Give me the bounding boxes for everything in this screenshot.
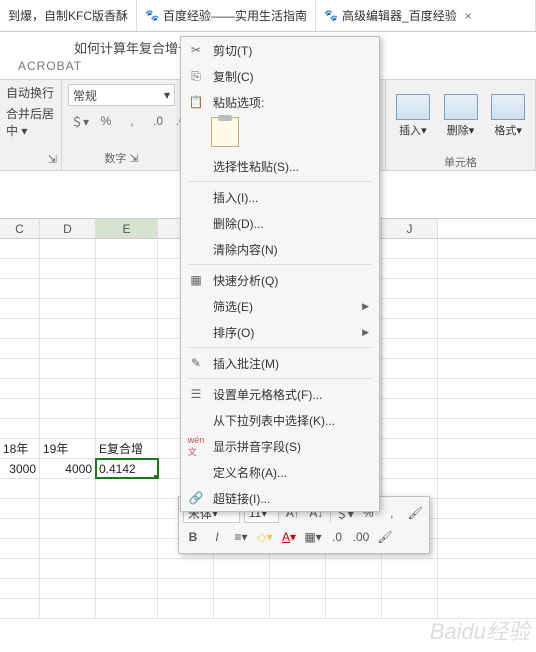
insert-cells-button[interactable]: 插入▾ xyxy=(392,84,434,148)
quick-analysis-icon: ▦ xyxy=(187,271,205,289)
number-format-dropdown[interactable]: 常规▾ xyxy=(68,84,175,106)
comma-icon[interactable]: , xyxy=(120,110,144,132)
cell[interactable]: 19年 xyxy=(40,439,96,458)
delete-cells-button[interactable]: 删除▾ xyxy=(440,84,482,148)
dialog-launcher-icon[interactable]: ⇲ xyxy=(0,151,61,170)
cell[interactable]: 18年 xyxy=(0,439,40,458)
merge-center-button[interactable]: 合并后居中 ▾ xyxy=(6,105,55,139)
ctx-paste-options: 📋粘贴选项: xyxy=(181,89,379,115)
insert-icon xyxy=(396,94,430,120)
decimal-icon[interactable]: .00 xyxy=(351,527,371,547)
watermark: Baidu经验 xyxy=(430,614,530,646)
fill-handle[interactable] xyxy=(154,475,158,478)
copy-icon: ⎘ xyxy=(187,67,205,85)
tab-3[interactable]: 🐾 高级编辑器_百度经验 × xyxy=(316,0,536,31)
format-icon xyxy=(491,94,525,120)
ctx-delete[interactable]: 删除(D)... xyxy=(181,210,379,236)
cell[interactable]: E复合增 xyxy=(96,439,158,458)
pinyin-icon: wén文 xyxy=(187,437,205,455)
border-icon[interactable]: ▦▾ xyxy=(303,527,323,547)
number-group-label: 数字 xyxy=(104,153,126,165)
delete-icon xyxy=(444,94,478,120)
ctx-copy[interactable]: ⎘复制(C) xyxy=(181,63,379,89)
col-header-e[interactable]: E xyxy=(96,219,158,238)
cell[interactable]: 4000 xyxy=(40,459,96,478)
ctx-define-name[interactable]: 定义名称(A)... xyxy=(181,459,379,485)
ctx-hyperlink[interactable]: 🔗超链接(I)... xyxy=(181,485,379,511)
chevron-right-icon: ▶ xyxy=(362,327,369,338)
percent-icon[interactable]: % xyxy=(94,110,118,132)
tab-2-title: 百度经验——实用生活指南 xyxy=(163,7,307,24)
format-cells-button[interactable]: 格式▾ xyxy=(487,84,529,148)
fill-color-icon[interactable]: ◇▾ xyxy=(255,527,275,547)
paw-icon: 🐾 xyxy=(145,9,159,23)
col-header-c[interactable]: C xyxy=(0,219,40,238)
chevron-right-icon: ▶ xyxy=(362,301,369,312)
bold-icon[interactable]: B xyxy=(183,527,203,547)
active-cell[interactable]: 0.4142 xyxy=(96,459,158,478)
cells-group-label: 单元格 xyxy=(386,152,535,174)
ctx-paste-icons xyxy=(181,115,379,153)
tab-2[interactable]: 🐾 百度经验——实用生活指南 xyxy=(137,0,316,31)
decimal-icon[interactable]: .0 xyxy=(327,527,347,547)
ctx-cut[interactable]: ✂剪切(T) xyxy=(181,37,379,63)
context-menu: ✂剪切(T) ⎘复制(C) 📋粘贴选项: 选择性粘贴(S)... 插入(I)..… xyxy=(180,36,380,512)
col-header-j[interactable]: J xyxy=(382,219,438,238)
cell[interactable]: 3000 xyxy=(0,459,40,478)
wrap-text-button[interactable]: 自动换行 xyxy=(6,84,54,101)
ctx-pinyin[interactable]: wén文显示拼音字段(S) xyxy=(181,433,379,459)
comment-icon: ✎ xyxy=(187,354,205,372)
ctx-format-cells[interactable]: ☰设置单元格格式(F)... xyxy=(181,381,379,407)
ctx-insert-comment[interactable]: ✎插入批注(M) xyxy=(181,350,379,376)
tab-1-title: 到爆，自制KFC版香酥 xyxy=(8,7,128,24)
comma-icon[interactable]: , xyxy=(382,503,401,523)
increase-decimal-icon[interactable]: .0 xyxy=(146,110,170,132)
format-painter-icon[interactable]: 🖌 xyxy=(405,503,424,523)
ctx-filter[interactable]: 筛选(E)▶ xyxy=(181,293,379,319)
tab-1[interactable]: 到爆，自制KFC版香酥 xyxy=(0,0,137,31)
ctx-insert[interactable]: 插入(I)... xyxy=(181,184,379,210)
close-icon[interactable]: × xyxy=(461,9,476,23)
browser-tabs: 到爆，自制KFC版香酥 🐾 百度经验——实用生活指南 🐾 高级编辑器_百度经验 … xyxy=(0,0,536,32)
scissors-icon: ✂ xyxy=(187,41,205,59)
tab-3-title: 高级编辑器_百度经验 xyxy=(342,7,457,24)
col-header-d[interactable]: D xyxy=(40,219,96,238)
ctx-pick-list[interactable]: 从下拉列表中选择(K)... xyxy=(181,407,379,433)
clipboard-icon: 📋 xyxy=(187,93,205,111)
paw-icon: 🐾 xyxy=(324,9,338,23)
paste-icon[interactable] xyxy=(211,117,239,147)
align-icon[interactable]: ≡▾ xyxy=(231,527,251,547)
currency-icon[interactable]: ＄▾ xyxy=(68,110,92,132)
ctx-quick-analysis[interactable]: ▦快速分析(Q) xyxy=(181,267,379,293)
ctx-sort[interactable]: 排序(O)▶ xyxy=(181,319,379,345)
ctx-clear[interactable]: 清除内容(N) xyxy=(181,236,379,262)
ctx-paste-special[interactable]: 选择性粘贴(S)... xyxy=(181,153,379,179)
format-painter-icon[interactable]: 🖌 xyxy=(375,527,395,547)
format-cells-icon: ☰ xyxy=(187,385,205,403)
font-color-icon[interactable]: A▾ xyxy=(279,527,299,547)
link-icon: 🔗 xyxy=(187,489,205,507)
italic-icon[interactable]: I xyxy=(207,527,227,547)
